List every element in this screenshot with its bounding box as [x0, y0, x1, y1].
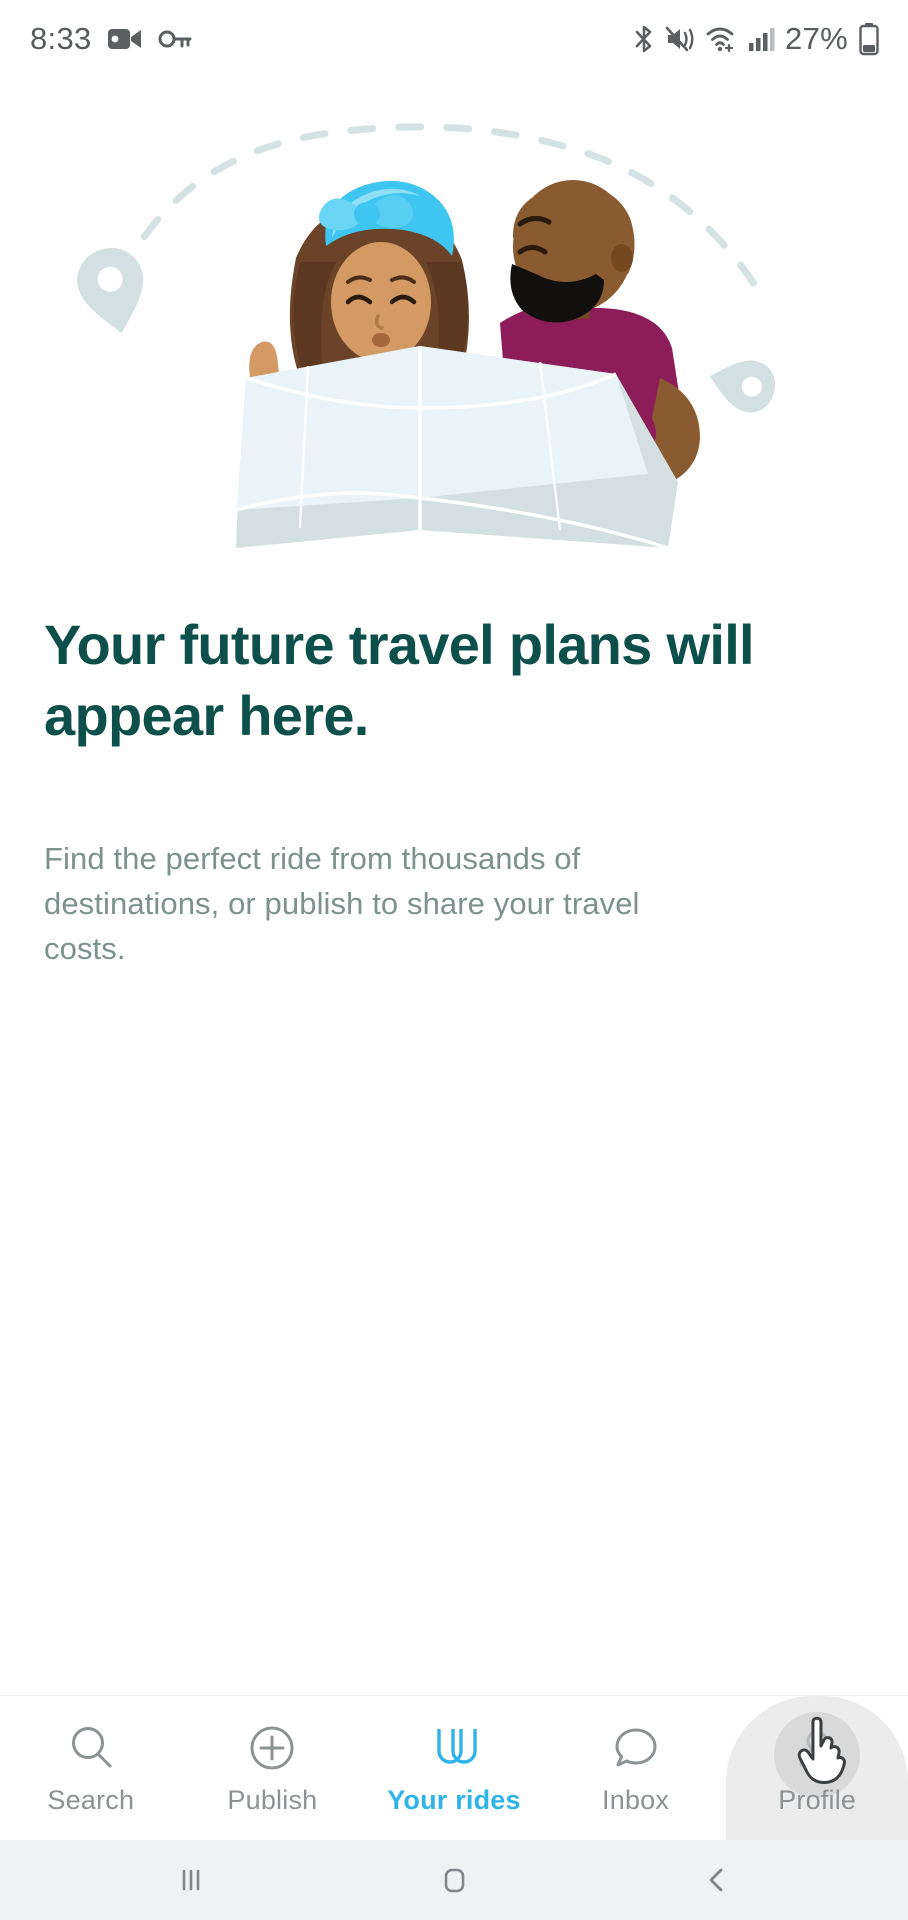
tab-label-search: Search	[47, 1784, 135, 1815]
phone-screen: 8:33 27% Your future travel plans will a…	[0, 0, 908, 1920]
tab-label-profile: Profile	[778, 1784, 857, 1815]
recents-button[interactable]	[131, 1840, 251, 1920]
recents-icon	[183, 1869, 200, 1891]
bottom-tab-bar: Search Publish Your rides Inbox Profile	[0, 1695, 908, 1840]
status-clock: 8:33	[30, 21, 92, 56]
battery-icon	[859, 23, 879, 56]
back-chevron-icon	[709, 1868, 723, 1892]
search-icon	[66, 1721, 116, 1775]
map-pin-left-icon	[77, 248, 144, 333]
page-title: Your future travel plans will appear her…	[44, 613, 755, 747]
tab-your-rides[interactable]: Your rides	[363, 1696, 545, 1840]
status-bar-right: 27%	[633, 21, 880, 57]
illustration-svg	[77, 123, 775, 550]
tab-label-publish: Publish	[227, 1784, 318, 1815]
video-camera-icon	[107, 29, 141, 49]
blablacar-logo-icon	[425, 1721, 483, 1775]
battery-percent-label: 27%	[785, 21, 848, 56]
tab-label-inbox: Inbox	[602, 1784, 670, 1815]
page-subtitle: Find the perfect ride from thousands of …	[44, 841, 640, 966]
android-navigation-bar	[0, 1840, 908, 1920]
tab-publish[interactable]: Publish	[182, 1696, 364, 1840]
tab-inbox[interactable]: Inbox	[545, 1696, 727, 1840]
tab-search[interactable]: Search	[0, 1696, 182, 1840]
map-pin-right-icon	[710, 360, 775, 413]
cellular-signal-icon	[749, 28, 775, 51]
illustration-map	[235, 346, 678, 550]
travel-plans-illustration	[0, 78, 908, 588]
tab-label-your-rides: Your rides	[387, 1784, 521, 1815]
tab-profile[interactable]: Profile	[726, 1696, 908, 1840]
home-icon	[444, 1868, 465, 1893]
bluetooth-icon	[635, 25, 652, 53]
vpn-key-icon	[158, 30, 192, 48]
status-bar-left: 8:33	[30, 21, 192, 57]
wifi-icon	[706, 27, 734, 53]
back-button[interactable]	[657, 1840, 777, 1920]
plus-circle-icon	[247, 1721, 297, 1775]
home-button[interactable]	[394, 1840, 514, 1920]
status-bar: 8:33 27%	[0, 0, 908, 78]
empty-state-content: Your future travel plans will appear her…	[0, 588, 908, 1695]
mute-vibrate-icon	[665, 26, 694, 52]
chat-bubble-icon	[611, 1721, 661, 1775]
hand-pointer-cursor-icon	[791, 1712, 853, 1789]
